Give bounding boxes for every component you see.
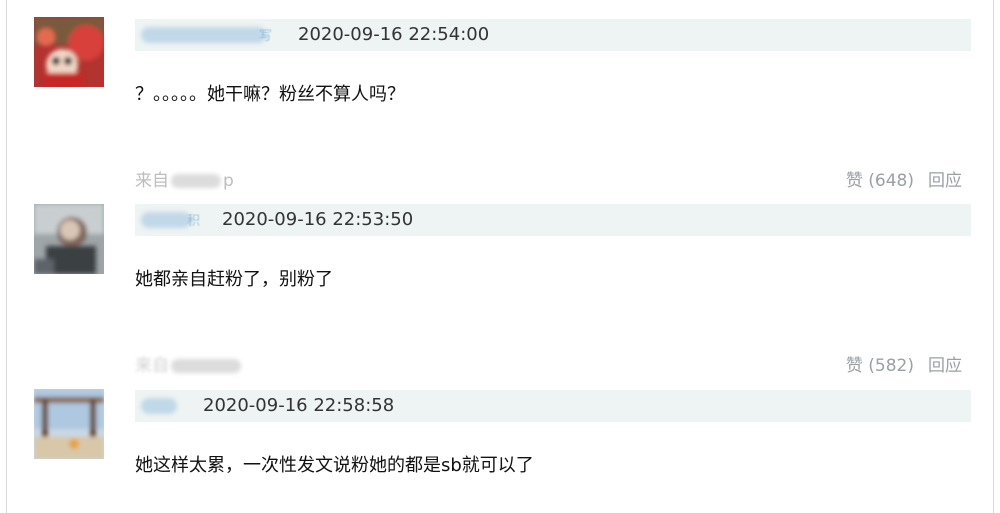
comment-content: 她都亲自赶粉了，别粉了	[135, 269, 333, 290]
user-avatar[interactable]	[34, 17, 104, 87]
comment-content: ？。。。。。她干嘛？粉丝不算人吗？	[135, 84, 405, 105]
like-button[interactable]: 赞 (582)	[846, 356, 914, 376]
like-button[interactable]: 赞 (648)	[846, 171, 914, 191]
comment-actions: 赞 (582) 回应	[832, 351, 962, 376]
source-tail: p	[223, 171, 234, 191]
source-prefix: 来自	[135, 171, 169, 191]
user-avatar[interactable]	[34, 389, 104, 459]
reply-button[interactable]: 回应	[928, 171, 962, 191]
comment-source: 来自 p	[135, 166, 234, 191]
comment-actions: 赞 (648) 回应	[832, 166, 962, 191]
username-tail: 积	[187, 214, 201, 229]
comment-meta-bar: 积 2020-09-16 22:53:50	[135, 204, 971, 236]
comment-footer: 来自 赞 (582) 回应	[0, 351, 1000, 381]
comment-content: 她这样太累，一次性发文说粉她的都是sb就可以了	[135, 455, 534, 476]
user-avatar[interactable]	[34, 204, 104, 274]
source-app-blurred	[171, 359, 241, 373]
comment-timestamp: 2020-09-16 22:53:50	[222, 209, 414, 230]
comment-list-frame	[6, 0, 994, 513]
comment-timestamp: 2020-09-16 22:54:00	[298, 24, 490, 45]
username-blurred[interactable]	[141, 27, 266, 43]
username-tail: 写	[259, 29, 273, 44]
comment-source: 来自	[135, 351, 243, 376]
comment-timestamp: 2020-09-16 22:58:58	[203, 395, 395, 416]
comment-footer: 来自 p 赞 (648) 回应	[0, 166, 1000, 196]
comment-meta-bar: 2020-09-16 22:58:58	[135, 390, 971, 422]
username-blurred[interactable]	[141, 212, 191, 228]
comment-meta-bar: 写 2020-09-16 22:54:00	[135, 19, 971, 51]
source-prefix: 来自	[135, 356, 169, 376]
username-blurred[interactable]	[141, 398, 177, 414]
source-app-blurred	[171, 174, 221, 188]
reply-button[interactable]: 回应	[928, 356, 962, 376]
